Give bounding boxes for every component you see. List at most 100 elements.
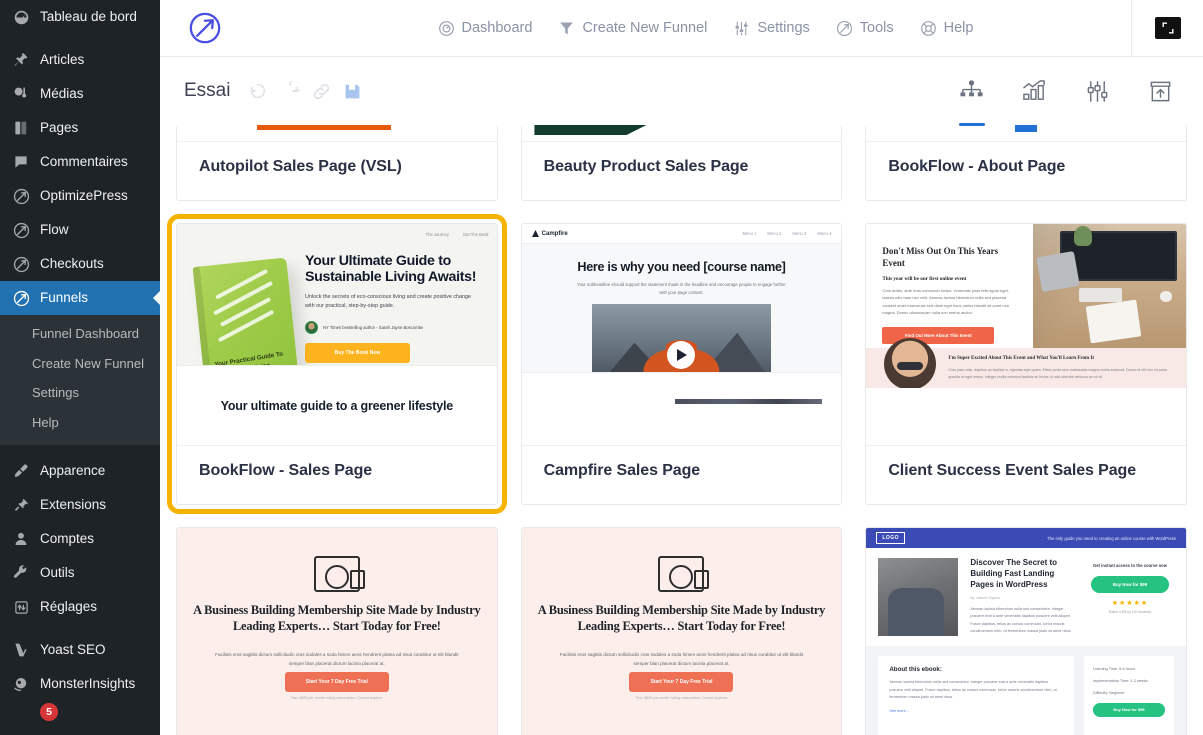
app-root: Tableau de bord Articles Médias Pages Co…	[0, 0, 1203, 735]
sidebar-item-outils[interactable]: Outils	[0, 556, 160, 590]
template-card-autopilot[interactable]: Autopilot Sales Page (VSL)	[176, 125, 498, 201]
template-card-wordpress-ebook[interactable]: LOGO The only guide you need to creating…	[865, 527, 1187, 735]
template-card-client-success[interactable]: Don't Miss Out On This Years Event This …	[865, 223, 1187, 505]
sidebar-label: Checkouts	[40, 256, 104, 272]
sidebar-label: Extensions	[40, 497, 107, 513]
submenu-item-funnel-dashboard[interactable]: Funnel Dashboard	[0, 319, 160, 349]
nav-dashboard[interactable]: Dashboard	[438, 20, 532, 37]
template-card-campfire[interactable]: Campfire Menu 1 Menu 2 Menu 3 Menu 4 Her…	[520, 223, 843, 505]
thumb-subheadline: Unlock the secrets of eco-conscious livi…	[305, 293, 472, 310]
testimonial-headline: I'm Super Excited About This Event and W…	[948, 355, 1095, 361]
sidebar-item-flow[interactable]: Flow	[0, 213, 160, 247]
funnel-steps-icon[interactable]	[958, 79, 985, 126]
thumb-cta-button: Buy The Book Now	[305, 342, 410, 363]
rocket-icon	[11, 254, 31, 274]
sidebar-label: Pages	[40, 120, 79, 136]
active-tab-indicator	[958, 122, 985, 126]
redo-icon[interactable]	[280, 81, 301, 101]
undo-icon[interactable]	[248, 81, 268, 101]
thumb-headline: A Business Building Membership Site Made…	[537, 603, 826, 634]
sidebar-item-pages[interactable]: Pages	[0, 111, 160, 145]
thumb-about-title: About this ebook:	[889, 666, 942, 673]
nav-help[interactable]: Help	[920, 20, 973, 37]
template-grid-scroll[interactable]: Autopilot Sales Page (VSL) Beauty Produc…	[160, 125, 1203, 735]
expand-fullscreen-icon[interactable]	[1154, 17, 1181, 39]
template-grid-row-3: A Business Building Membership Site Made…	[176, 527, 1187, 735]
sidebar-item-articles[interactable]: Articles	[0, 43, 160, 77]
sidebar-item-dashboard[interactable]: Tableau de bord	[0, 0, 160, 34]
save-icon[interactable]	[343, 82, 362, 101]
sidebar-item-checkouts[interactable]: Checkouts	[0, 247, 160, 281]
template-thumbnail: A Business Building Membership Site Made…	[177, 528, 497, 735]
sidebar-item-optimizepress[interactable]: OptimizePress	[0, 179, 160, 213]
thumb-photo	[1032, 224, 1186, 348]
thumb-note: Then $599 per month rolling subscription…	[290, 696, 384, 700]
thumb-access-text: Get instant access to the course now	[1092, 563, 1167, 568]
template-thumbnail	[866, 125, 1186, 142]
thumb-author: NY Times bestselling author - Sarah Jayn…	[305, 320, 487, 334]
link-icon[interactable]	[312, 82, 331, 101]
nav-settings[interactable]: Settings	[733, 20, 810, 37]
settings-icon	[11, 597, 31, 617]
sidebar-item-reglages[interactable]: Réglages	[0, 590, 160, 624]
template-thumbnail: The Journey Get The Book Your Practical …	[177, 224, 497, 446]
sidebar-item-funnels[interactable]: Funnels	[0, 281, 160, 315]
settings-sliders-icon[interactable]	[1085, 79, 1110, 104]
nav-tools[interactable]: Tools	[836, 20, 894, 37]
submenu-item-settings[interactable]: Settings	[0, 378, 160, 408]
thumb-menu-item: Menu 4	[817, 231, 832, 236]
membership-thumb-art: A Business Building Membership Site Made…	[177, 528, 497, 735]
gauge-icon	[438, 20, 455, 37]
sidebar-item-apparence[interactable]: Apparence	[0, 454, 160, 488]
status-badge: 5	[40, 703, 58, 721]
sidebar-label: Articles	[40, 52, 85, 68]
funnels-submenu: Funnel Dashboard Create New Funnel Setti…	[0, 315, 160, 445]
sidebar-item-comptes[interactable]: Comptes	[0, 522, 160, 556]
sidebar-label: Yoast SEO	[40, 642, 106, 658]
sidebar-item-yoast-seo[interactable]: Yoast SEO	[0, 633, 160, 667]
yoast-icon	[11, 640, 31, 660]
autopilot-thumb-art	[177, 125, 497, 141]
lifebuoy-icon	[920, 20, 937, 37]
template-card-membership-2[interactable]: A Business Building Membership Site Made…	[520, 527, 843, 735]
template-card-membership-1[interactable]: A Business Building Membership Site Made…	[176, 527, 498, 735]
template-thumbnail: Don't Miss Out On This Years Event This …	[866, 224, 1186, 446]
funnel-name[interactable]: Essai	[184, 80, 230, 102]
thumb-nav-item: Get The Book	[462, 232, 489, 237]
app-logo[interactable]	[160, 11, 250, 45]
template-thumbnail	[177, 125, 497, 142]
topnav-links: Dashboard Create New Funnel Settings Too…	[280, 20, 1131, 37]
submenu-item-help[interactable]: Help	[0, 408, 160, 438]
pin-icon	[11, 50, 31, 70]
nav-create-new-funnel[interactable]: Create New Funnel	[558, 20, 707, 37]
main-panel: Dashboard Create New Funnel Settings Too…	[160, 0, 1203, 735]
thumb-headline: Here is why you need [course name]	[577, 260, 786, 274]
template-title: BookFlow - Sales Page	[199, 462, 373, 479]
export-icon[interactable]	[1148, 79, 1173, 104]
template-thumbnail: Campfire Menu 1 Menu 2 Menu 3 Menu 4 Her…	[521, 224, 842, 446]
template-title: Client Success Event Sales Page	[888, 462, 1137, 479]
thumb-byline: by James Dyson	[970, 594, 1000, 600]
sidebar-item-monsterinsights[interactable]: MonsterInsights	[0, 667, 160, 701]
funnel-toolbar-actions	[248, 81, 362, 101]
thumb-headline: Your Ultimate Guide to Sustainable Livin…	[305, 253, 477, 285]
template-card-bookflow-sales[interactable]: The Journey Get The Book Your Practical …	[167, 214, 507, 514]
sidebar-item-commentaires[interactable]: Commentaires	[0, 145, 160, 179]
thumb-logo-text: Campfire	[541, 230, 568, 237]
analytics-icon[interactable]	[1022, 79, 1047, 104]
submenu-item-create-new-funnel[interactable]: Create New Funnel	[0, 349, 160, 379]
testimonial-body: Cras justo odio, dapibus ac facilisis in…	[948, 368, 1167, 379]
sidebar-item-medias[interactable]: Médias	[0, 77, 160, 111]
template-title: Campfire Sales Page	[543, 462, 701, 479]
optimizepress-topnav: Dashboard Create New Funnel Settings Too…	[160, 0, 1203, 57]
template-card-beauty[interactable]: Beauty Product Sales Page	[520, 125, 843, 201]
sidebar-label: Outils	[40, 565, 75, 581]
comments-icon	[11, 152, 31, 172]
sidebar-item-extensions[interactable]: Extensions	[0, 488, 160, 522]
template-grid-row-2: The Journey Get The Book Your Practical …	[167, 214, 1187, 514]
client-success-thumb-art: Don't Miss Out On This Years Event This …	[866, 224, 1186, 445]
thumb-photo	[878, 558, 959, 636]
user-icon	[11, 529, 31, 549]
template-card-bookflow-about[interactable]: BookFlow - About Page	[865, 125, 1187, 201]
thumb-logo-text: LOGO	[876, 532, 906, 544]
